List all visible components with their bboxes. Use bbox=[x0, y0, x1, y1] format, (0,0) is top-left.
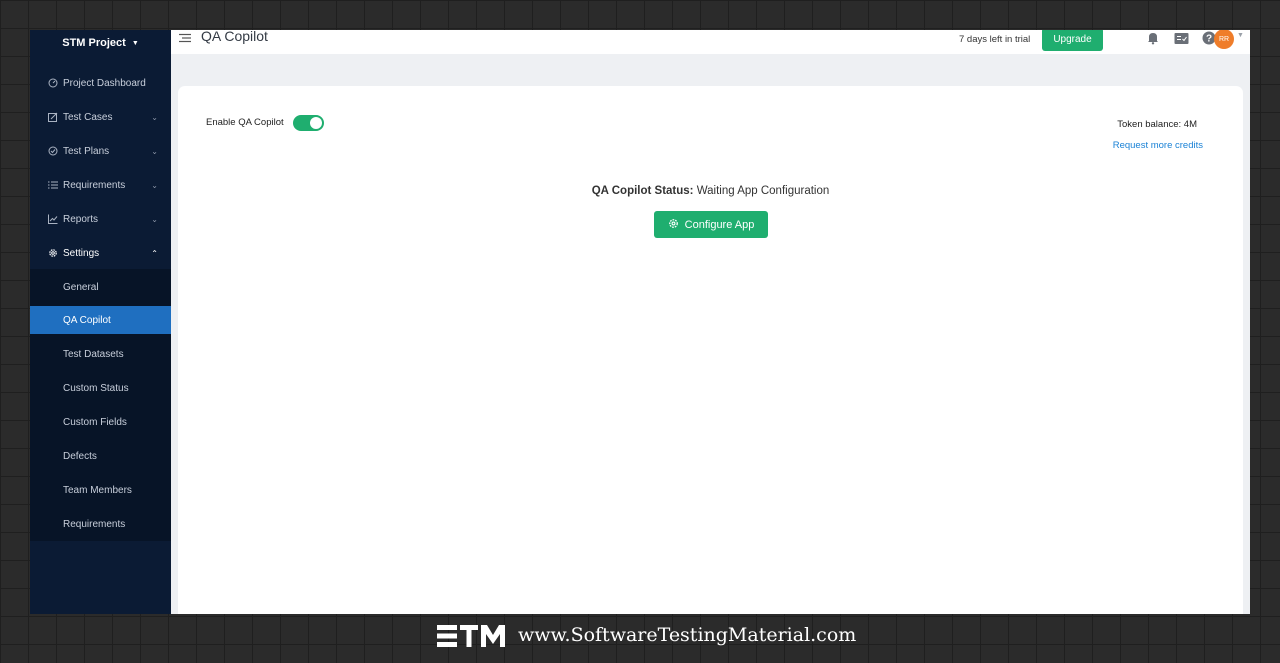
sidebar-subitem-defects[interactable]: Defects bbox=[30, 442, 171, 470]
tasks-icon[interactable] bbox=[1174, 31, 1190, 45]
avatar-chevron-down-icon: ▼ bbox=[1237, 32, 1244, 39]
sidebar-subitem-custom-status[interactable]: Custom Status bbox=[30, 374, 171, 402]
sidebar-subitem-custom-fields[interactable]: Custom Fields bbox=[30, 408, 171, 436]
sidebar: STM Project ▼ Project Dashboard Test Cas… bbox=[30, 30, 171, 614]
app-window: STM Project ▼ Project Dashboard Test Cas… bbox=[30, 30, 1250, 614]
sidebar-item-label: Requirements bbox=[63, 179, 126, 191]
project-selector[interactable]: STM Project ▼ bbox=[30, 30, 171, 56]
status-label: QA Copilot Status: bbox=[591, 185, 694, 197]
sidebar-item-reports[interactable]: Reports ⌄ bbox=[30, 202, 171, 236]
sidebar-subitem-requirements[interactable]: Requirements bbox=[30, 510, 171, 538]
enable-copilot-toggle[interactable] bbox=[293, 115, 324, 131]
sidebar-subitem-test-datasets[interactable]: Test Datasets bbox=[30, 340, 171, 368]
sidebar-item-test-cases[interactable]: Test Cases ⌄ bbox=[30, 100, 171, 134]
chevron-down-icon: ⌄ bbox=[151, 112, 158, 122]
menu-toggle-icon[interactable] bbox=[179, 30, 191, 43]
sidebar-item-label: Test Cases bbox=[63, 111, 113, 123]
request-credits-link[interactable]: Request more credits bbox=[1113, 140, 1203, 151]
sidebar-subitem-general[interactable]: General bbox=[30, 273, 171, 301]
sidebar-item-label: Project Dashboard bbox=[63, 77, 146, 89]
toggle-knob bbox=[310, 117, 322, 129]
settings-submenu: General QA Copilot Test Datasets Custom … bbox=[30, 269, 171, 541]
sidebar-item-requirements[interactable]: Requirements ⌄ bbox=[30, 168, 171, 202]
page-title: QA Copilot bbox=[201, 30, 268, 44]
chevron-down-icon: ⌄ bbox=[151, 146, 158, 156]
sidebar-item-project-dashboard[interactable]: Project Dashboard bbox=[30, 66, 171, 100]
chevron-down-icon: ▼ bbox=[131, 39, 139, 47]
project-name: STM Project bbox=[62, 37, 126, 49]
list-icon bbox=[47, 180, 58, 191]
sidebar-subitem-team-members[interactable]: Team Members bbox=[30, 476, 171, 504]
watermark-footer: www.SoftwareTestingMaterial.com bbox=[0, 614, 1280, 663]
dashboard-icon bbox=[47, 78, 58, 89]
copilot-status: QA Copilot Status: Waiting App Configura… bbox=[178, 185, 1243, 197]
trial-text: 7 days left in trial bbox=[959, 34, 1031, 45]
gear-icon bbox=[47, 248, 58, 259]
stm-logo bbox=[437, 623, 505, 649]
chevron-down-icon: ⌄ bbox=[151, 180, 158, 190]
qa-copilot-card: Enable QA Copilot Token balance: 4M Requ… bbox=[178, 86, 1243, 614]
status-value: Waiting App Configuration bbox=[693, 185, 830, 197]
sidebar-item-label: Reports bbox=[63, 213, 99, 225]
check-circle-icon bbox=[47, 146, 58, 157]
enable-copilot-label: Enable QA Copilot bbox=[206, 117, 284, 128]
sidebar-item-test-plans[interactable]: Test Plans ⌄ bbox=[30, 134, 171, 168]
edit-icon bbox=[47, 112, 58, 123]
chevron-up-icon: ⌃ bbox=[151, 248, 158, 258]
chevron-down-icon: ⌄ bbox=[151, 214, 158, 224]
sidebar-item-label: Settings bbox=[63, 247, 100, 259]
website-url: www.SoftwareTestingMaterial.com bbox=[518, 624, 857, 646]
bell-icon[interactable] bbox=[1146, 31, 1162, 45]
avatar[interactable]: RR bbox=[1214, 30, 1234, 49]
token-balance: Token balance: 4M bbox=[1117, 119, 1197, 130]
upgrade-button[interactable]: Upgrade bbox=[1042, 30, 1103, 51]
gear-icon bbox=[668, 218, 679, 232]
svg-text:?: ? bbox=[1206, 34, 1212, 45]
sidebar-subitem-qa-copilot[interactable]: QA Copilot bbox=[30, 306, 171, 334]
sidebar-item-label: Test Plans bbox=[63, 145, 110, 157]
configure-app-label: Configure App bbox=[684, 218, 755, 231]
sidebar-item-settings[interactable]: Settings ⌃ bbox=[30, 236, 171, 270]
chart-icon bbox=[47, 214, 58, 225]
top-bar: QA Copilot 7 days left in trial Upgrade … bbox=[171, 30, 1250, 54]
configure-app-button[interactable]: Configure App bbox=[654, 211, 768, 238]
